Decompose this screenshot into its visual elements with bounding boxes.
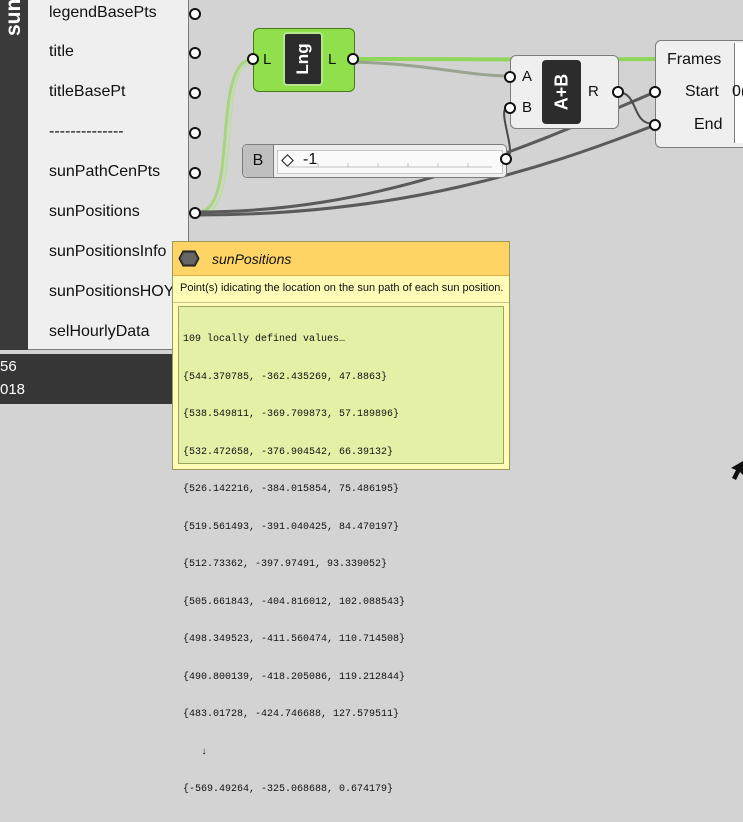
- port-titlebasept[interactable]: [189, 87, 201, 99]
- lng-output-label: L: [328, 51, 336, 68]
- tooltip-description: Point(s) idicating the location on the s…: [180, 282, 504, 294]
- addition-icon-label: A+B: [551, 74, 572, 111]
- tooltip-header: sunPositions: [173, 242, 509, 276]
- output-sunpositionsinfo: sunPositionsInfo: [49, 243, 166, 261]
- addition-icon: A+B: [542, 60, 581, 124]
- output-title: title: [49, 43, 74, 61]
- side-value-1: 56: [0, 358, 17, 375]
- port-end[interactable]: [649, 119, 661, 131]
- number-slider[interactable]: B -1: [242, 144, 507, 178]
- grasshopper-canvas[interactable]: 56 018 sun legendBasePts title titleBase…: [0, 0, 743, 483]
- output-titlebasept: titleBasePt: [49, 83, 125, 101]
- wire-lng-to-add-a: [352, 62, 508, 76]
- output-selhourlydata: selHourlyData: [49, 323, 149, 341]
- value-row: {490.800139, -418.205086, 119.212844}: [183, 672, 499, 685]
- value-row: {505.661843, -404.816012, 102.088543}: [183, 597, 499, 610]
- cursor-arrow-icon: [727, 456, 743, 483]
- left-dark-strip: [0, 354, 198, 404]
- list-length-icon-label: Lng: [293, 43, 313, 74]
- port-sunpositions[interactable]: [189, 207, 201, 219]
- add-input-b-label: B: [522, 99, 532, 116]
- add-input-a-label: A: [522, 68, 532, 85]
- port-lng-output[interactable]: [347, 53, 359, 65]
- parameter-tooltip: sunPositions Point(s) idicating the loca…: [172, 241, 510, 470]
- output-legendbasepts: legendBasePts: [49, 4, 157, 22]
- frames-input-label: Frames: [667, 51, 721, 69]
- values-header: 109 locally defined values…: [183, 334, 499, 347]
- frames-component[interactable]: Frames Start End 0(: [655, 40, 743, 148]
- port-slider-output[interactable]: [500, 153, 512, 165]
- wire-title-to-lng: [198, 59, 253, 212]
- slider-label: B: [243, 145, 274, 177]
- port-sunpathcenpts[interactable]: [189, 167, 201, 179]
- port-title[interactable]: [189, 47, 201, 59]
- value-row: {519.561493, -391.040425, 84.470197}: [183, 522, 499, 535]
- value-row-last: {-569.49264, -325.068688, 0.674179}: [183, 784, 499, 797]
- port-lng-input[interactable]: [247, 53, 259, 65]
- wire-add-r-to-end: [617, 92, 655, 124]
- sunpath-component-name: sun: [2, 0, 26, 36]
- slider-value: -1: [303, 151, 317, 169]
- add-output-r-label: R: [588, 83, 599, 100]
- value-row: {532.472658, -376.904542, 66.39132}: [183, 447, 499, 460]
- value-row: {483.01728, -424.746688, 127.579511}: [183, 709, 499, 722]
- output-sunpositions: sunPositions: [49, 203, 140, 221]
- output-sunpositionshoy: sunPositionsHOY: [49, 283, 174, 301]
- port-legendbasepts[interactable]: [189, 8, 201, 20]
- port-start[interactable]: [649, 86, 661, 98]
- lng-input-label: L: [263, 51, 271, 68]
- start-value-fragment: 0(: [732, 83, 743, 101]
- port-add-r[interactable]: [612, 86, 624, 98]
- value-row: {526.142216, -384.015854, 75.486195}: [183, 484, 499, 497]
- list-length-icon: Lng: [283, 32, 323, 86]
- end-input-label: End: [694, 116, 722, 134]
- value-row: {498.349523, -411.560474, 110.714508}: [183, 634, 499, 647]
- value-row: {544.370785, -362.435269, 47.8863}: [183, 372, 499, 385]
- output-sunpathcenpts: sunPathCenPts: [49, 163, 160, 181]
- value-row: {538.549811, -369.709873, 57.189896}: [183, 409, 499, 422]
- addition-component[interactable]: A B A+B R: [510, 55, 619, 129]
- port-separator[interactable]: [189, 127, 201, 139]
- output-separator: --------------: [49, 123, 124, 141]
- hexagon-point-param-icon: [178, 250, 200, 267]
- value-row: {512.73362, -397.97491, 93.339052}: [183, 559, 499, 572]
- tooltip-values-panel: 109 locally defined values… {544.370785,…: [178, 306, 504, 464]
- tooltip-separator: [173, 302, 509, 303]
- side-value-2: 018: [0, 381, 25, 398]
- port-add-a[interactable]: [504, 71, 516, 83]
- tooltip-title: sunPositions: [212, 251, 291, 267]
- ellipsis-arrow-icon: ↓: [183, 747, 499, 760]
- start-input-label: Start: [685, 83, 719, 101]
- list-length-component[interactable]: L Lng L: [253, 28, 355, 92]
- port-add-b[interactable]: [504, 102, 516, 114]
